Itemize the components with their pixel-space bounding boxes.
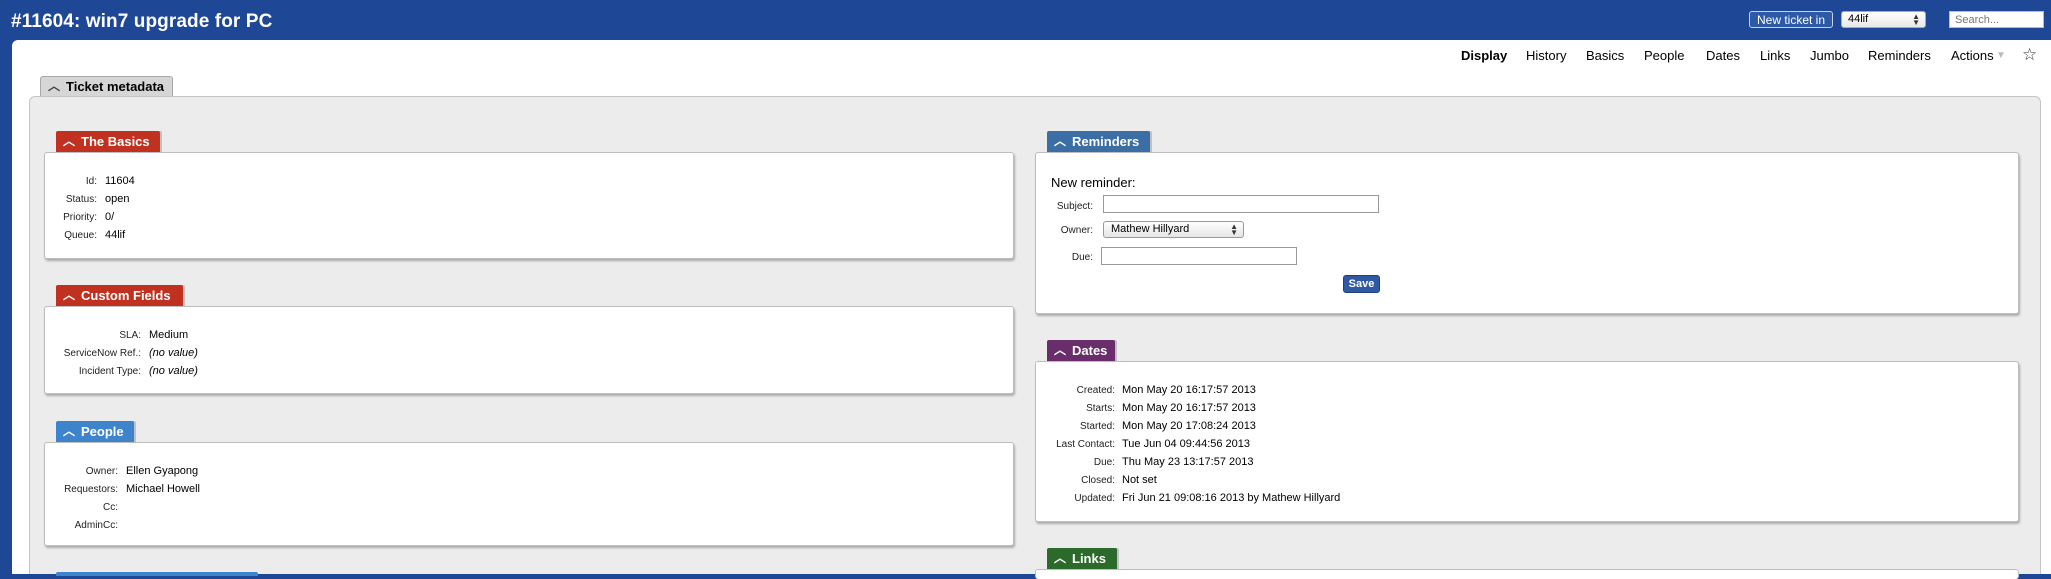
dates-title: Dates bbox=[1072, 343, 1108, 358]
chevron-up-icon: ︿ bbox=[63, 134, 76, 148]
cf-label-sla: SLA: bbox=[119, 330, 141, 341]
basics-value-status: open bbox=[105, 193, 130, 205]
next-section-tab-partial bbox=[56, 572, 258, 576]
dates-label-updated: Updated: bbox=[1074, 493, 1115, 504]
menu-dates[interactable]: Dates bbox=[1706, 48, 1740, 64]
page-title: #11604: win7 upgrade for PC bbox=[11, 11, 273, 32]
queue-select-value: 44lif bbox=[1848, 13, 1869, 25]
reminder-owner-select[interactable]: Mathew Hillyard ▲ ▼ bbox=[1103, 221, 1244, 238]
chevron-up-icon: ︿ bbox=[63, 288, 76, 302]
new-ticket-button[interactable]: New ticket in bbox=[1749, 11, 1834, 28]
reminder-subject-input[interactable] bbox=[1103, 195, 1379, 213]
reminders-box: New reminder: Subject: Owner: Mathew Hil… bbox=[1035, 152, 2019, 314]
menu-display[interactable]: Display bbox=[1461, 48, 1507, 64]
cf-value-incident-type: (no value) bbox=[149, 365, 198, 377]
save-reminder-button[interactable]: Save bbox=[1343, 275, 1380, 293]
new-reminder-heading: New reminder: bbox=[1051, 175, 1136, 190]
reminder-owner-label: Owner: bbox=[1060, 225, 1093, 236]
dates-label-last-contact: Last Contact: bbox=[1056, 439, 1115, 450]
basics-label-priority: Priority: bbox=[63, 212, 97, 223]
ticket-metadata-tab[interactable]: ︿ Ticket metadata bbox=[40, 76, 173, 96]
cf-label-incident-type: Incident Type: bbox=[78, 366, 141, 377]
links-tab[interactable]: ︿ Links bbox=[1047, 548, 1117, 569]
dates-box: Created: Mon May 20 16:17:57 2013 Starts… bbox=[1035, 361, 2019, 522]
chevron-up-icon: ︿ bbox=[1054, 551, 1067, 565]
chevron-up-icon: ︿ bbox=[1054, 134, 1067, 148]
dates-value-started: Mon May 20 17:08:24 2013 bbox=[1122, 420, 1256, 432]
reminder-subject-label: Subject: bbox=[1056, 201, 1093, 212]
select-arrows-icon: ▲ ▼ bbox=[1912, 12, 1920, 27]
basics-label-id: Id: bbox=[85, 176, 97, 187]
actions-dropdown-icon[interactable]: ▼ bbox=[1996, 50, 2006, 61]
reminder-owner-value: Mathew Hillyard bbox=[1111, 223, 1190, 235]
dates-tab[interactable]: ︿ Dates bbox=[1047, 340, 1115, 361]
dates-value-created: Mon May 20 16:17:57 2013 bbox=[1122, 384, 1256, 396]
basics-title: The Basics bbox=[81, 134, 150, 149]
basics-value-id: 11604 bbox=[105, 175, 135, 187]
select-arrows-icon: ▲ ▼ bbox=[1230, 222, 1238, 237]
basics-label-queue: Queue: bbox=[64, 230, 97, 241]
custom-fields-tab[interactable]: ︿ Custom Fields bbox=[56, 285, 183, 306]
chevron-up-icon: ︿ bbox=[63, 424, 76, 438]
menu-people[interactable]: People bbox=[1644, 48, 1684, 64]
reminder-due-input[interactable] bbox=[1101, 247, 1297, 265]
cf-label-servicenow: ServiceNow Ref.: bbox=[63, 348, 141, 359]
chevron-up-icon: ︿ bbox=[1054, 343, 1067, 357]
people-value-requestors[interactable]: Michael Howell bbox=[126, 483, 200, 495]
chevron-up-icon: ︿ bbox=[48, 79, 61, 93]
basics-tab[interactable]: ︿ The Basics bbox=[56, 131, 160, 152]
basics-value-priority: 0/ bbox=[105, 211, 115, 223]
dates-value-closed: Not set bbox=[1122, 474, 1157, 486]
people-value-owner[interactable]: Ellen Gyapong bbox=[126, 465, 198, 477]
custom-fields-box: SLA: Medium ServiceNow Ref.: (no value) … bbox=[44, 306, 1014, 394]
top-bar: #11604: win7 upgrade for PC New ticket i… bbox=[0, 0, 2051, 40]
dates-value-due: Thu May 23 13:17:57 2013 bbox=[1122, 456, 1254, 468]
basics-box: Id: 11604 Status: open Priority: 0/ Queu… bbox=[44, 152, 1014, 259]
people-label-cc: Cc: bbox=[103, 502, 118, 513]
dates-value-updated: Fri Jun 21 09:08:16 2013 by Mathew Hilly… bbox=[1122, 492, 1341, 504]
cf-value-servicenow: (no value) bbox=[149, 347, 198, 359]
reminder-due-label: Due: bbox=[1071, 252, 1093, 263]
people-tab[interactable]: ︿ People bbox=[56, 421, 134, 442]
reminders-title: Reminders bbox=[1072, 134, 1140, 149]
people-label-admincc: AdminCc: bbox=[74, 520, 118, 531]
search-input[interactable] bbox=[1949, 11, 2044, 28]
menu-basics[interactable]: Basics bbox=[1586, 48, 1624, 64]
dates-label-closed: Closed: bbox=[1081, 475, 1115, 486]
menu-jumbo[interactable]: Jumbo bbox=[1810, 48, 1849, 64]
cf-value-sla: Medium bbox=[149, 329, 189, 341]
dates-label-created: Created: bbox=[1076, 385, 1115, 396]
dates-value-starts: Mon May 20 16:17:57 2013 bbox=[1122, 402, 1256, 414]
basics-label-status: Status: bbox=[65, 194, 97, 205]
menu-links[interactable]: Links bbox=[1760, 48, 1790, 64]
dates-label-starts: Starts: bbox=[1086, 403, 1115, 414]
reminders-tab[interactable]: ︿ Reminders bbox=[1047, 131, 1150, 152]
custom-fields-title: Custom Fields bbox=[81, 288, 171, 303]
people-label-requestors: Requestors: bbox=[64, 484, 118, 495]
queue-select[interactable]: 44lif ▲ ▼ bbox=[1841, 11, 1926, 28]
people-box: Owner: Ellen Gyapong Requestors: Michael… bbox=[44, 442, 1014, 546]
links-box bbox=[1035, 569, 2019, 579]
star-icon[interactable]: ☆ bbox=[2022, 45, 2037, 65]
menu-history[interactable]: History bbox=[1526, 48, 1566, 64]
basics-value-queue[interactable]: 44lif bbox=[105, 229, 125, 241]
people-label-owner: Owner: bbox=[85, 466, 118, 477]
links-title: Links bbox=[1072, 551, 1106, 566]
dates-label-due: Due: bbox=[1093, 457, 1115, 468]
menu-actions[interactable]: Actions bbox=[1951, 48, 1994, 64]
people-title: People bbox=[81, 424, 124, 439]
dates-value-last-contact: Tue Jun 04 09:44:56 2013 bbox=[1122, 438, 1251, 450]
dates-label-started: Started: bbox=[1079, 421, 1115, 432]
menu-reminders[interactable]: Reminders bbox=[1868, 48, 1931, 64]
ticket-metadata-label: Ticket metadata bbox=[66, 79, 165, 94]
